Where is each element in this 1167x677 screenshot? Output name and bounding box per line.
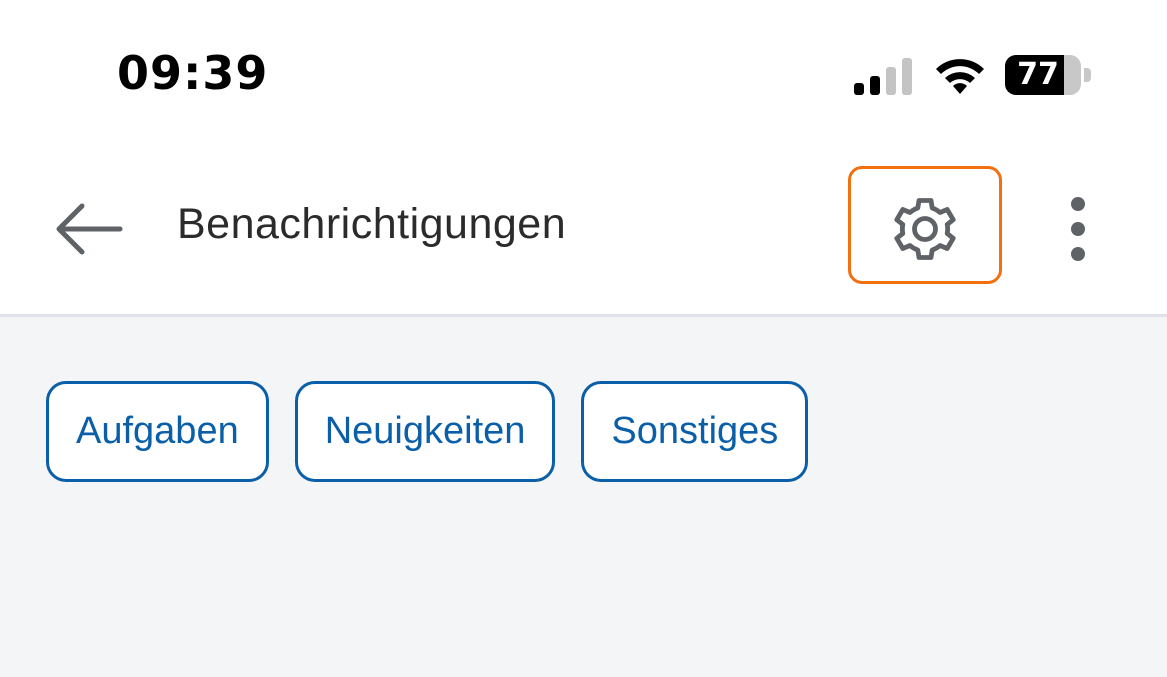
notifications-screen: 09:39 77 Benachrichtigungen Aufgaben Neu… — [0, 0, 1167, 677]
more-vertical-icon — [1071, 197, 1085, 261]
gear-icon — [894, 198, 956, 260]
battery-level: 77 — [1017, 57, 1059, 92]
cellular-signal-icon — [854, 58, 912, 95]
battery-icon: 77 — [1005, 55, 1093, 97]
status-time: 09:39 — [117, 46, 269, 100]
app-bar: Benachrichtigungen — [0, 150, 1167, 317]
arrow-left-icon — [56, 203, 123, 255]
battery-body: 77 — [1005, 55, 1081, 95]
filter-chip-aufgaben[interactable]: Aufgaben — [46, 381, 269, 482]
notifications-content: Aufgaben Neuigkeiten Sonstiges — [0, 317, 1167, 677]
battery-cap — [1084, 68, 1091, 82]
wifi-icon — [936, 59, 984, 94]
more-options-button[interactable] — [1052, 192, 1104, 268]
page-title: Benachrichtigungen — [177, 200, 567, 248]
filter-chip-sonstiges[interactable]: Sonstiges — [581, 381, 809, 482]
settings-button[interactable] — [848, 166, 1002, 284]
back-button[interactable] — [46, 192, 130, 266]
filter-chip-row: Aufgaben Neuigkeiten Sonstiges — [46, 381, 809, 482]
filter-chip-neuigkeiten[interactable]: Neuigkeiten — [294, 381, 556, 482]
status-bar: 09:39 77 — [0, 0, 1167, 150]
